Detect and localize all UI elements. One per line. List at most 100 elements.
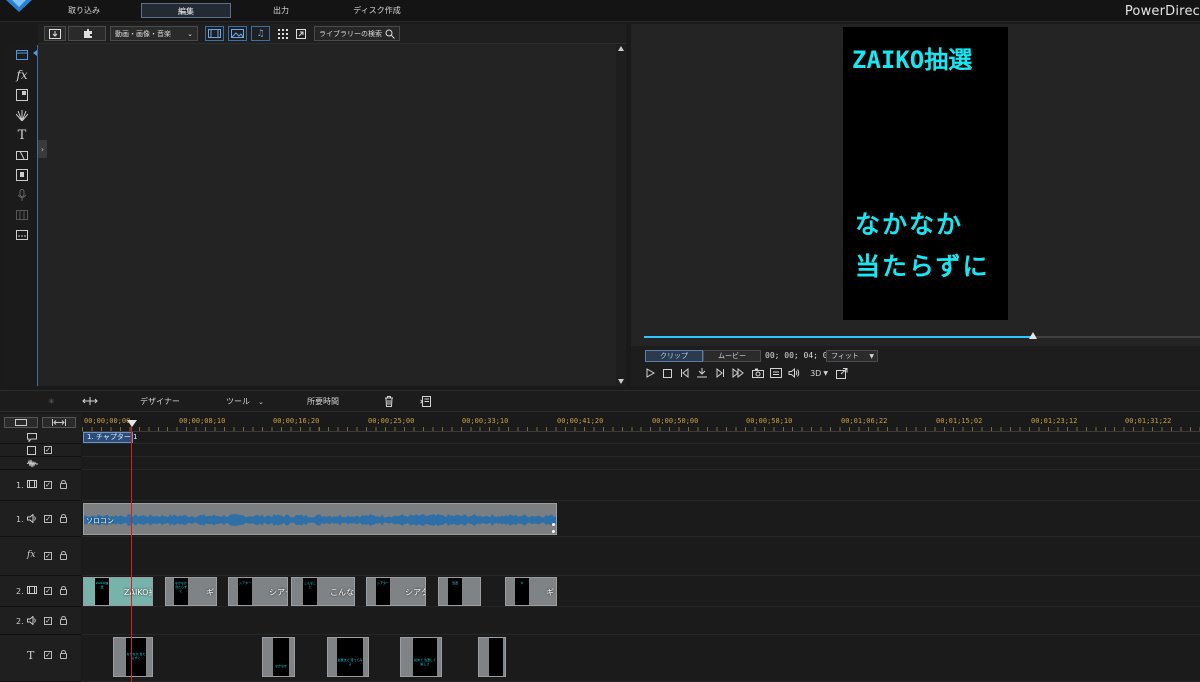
audio-clip[interactable]: ソロコン xyxy=(83,503,557,535)
movie-mode-button[interactable]: ムービー xyxy=(703,350,761,362)
expand-panel-icon[interactable]: › xyxy=(38,140,47,158)
undock-preview-icon[interactable] xyxy=(835,366,849,380)
stop-icon[interactable] xyxy=(660,366,674,380)
video-track-2[interactable]: ZAIKO抽選 ZAIKO抽 なかなか当たらずに ギ シアター シアタ こんなこ… xyxy=(82,576,1200,607)
lock-icon[interactable] xyxy=(60,480,67,489)
clip-label: こんなこ xyxy=(330,588,354,597)
track-enable-checkbox[interactable]: ✓ xyxy=(44,446,52,454)
video-clip[interactable]: 当選 xyxy=(438,577,481,606)
chapter-track[interactable] xyxy=(82,432,1200,444)
playhead-line[interactable] xyxy=(131,425,132,682)
track-enable-checkbox[interactable]: ✓ xyxy=(44,552,52,560)
keyframe-marker[interactable] xyxy=(552,530,555,533)
fx-room-icon[interactable]: fx xyxy=(14,67,30,83)
more-features-icon[interactable] xyxy=(420,396,431,408)
import-media-button[interactable] xyxy=(44,26,66,41)
previous-frame-icon[interactable] xyxy=(678,366,692,380)
fit-timeline-icon[interactable] xyxy=(42,417,76,428)
video-clip[interactable]: ZAIKO抽選 ZAIKO抽 xyxy=(83,577,153,606)
title-clip[interactable]: なかなか xyxy=(262,637,295,677)
fx-track[interactable] xyxy=(82,537,1200,576)
lock-icon[interactable] xyxy=(60,586,67,595)
volume-icon[interactable] xyxy=(787,366,801,380)
duration-button[interactable]: 所要時間 xyxy=(307,396,339,408)
timeline-ruler[interactable]: 00;00;00;00 00;00;08;10 00;00;16;20 00;0… xyxy=(82,414,1200,432)
clip-mode-button[interactable]: クリップ xyxy=(645,350,703,362)
pip-room-icon[interactable] xyxy=(14,87,30,103)
voice-track[interactable] xyxy=(82,457,1200,470)
ruler-label: 00;00;25;00 xyxy=(368,417,415,425)
video-clip[interactable]: こんなこと こんなこ xyxy=(291,577,355,606)
library-content-area[interactable] xyxy=(38,44,616,386)
track-enable-checkbox[interactable]: ✓ xyxy=(44,617,52,625)
subtitle-track[interactable] xyxy=(82,444,1200,457)
tab-import[interactable]: 取り込み xyxy=(58,3,110,18)
media-filter-dropdown[interactable]: 動画・画像・音楽 ⌄ xyxy=(110,26,198,41)
plugins-button[interactable] xyxy=(68,26,106,41)
tools-button[interactable]: ツール xyxy=(226,396,250,408)
scroll-up-icon[interactable] xyxy=(618,46,624,51)
scroll-down-icon[interactable] xyxy=(618,379,624,384)
track-enable-checkbox[interactable]: ✓ xyxy=(44,587,52,595)
next-frame-icon[interactable] xyxy=(713,366,727,380)
audio-track-1[interactable]: ソロコン xyxy=(82,501,1200,537)
video-clip[interactable]: なかなか当たらずに ギ xyxy=(165,577,217,606)
video-clip[interactable]: シアター シアタ xyxy=(366,577,426,606)
stereo-3d-toggle[interactable]: 3D ▼ xyxy=(807,366,831,380)
lock-icon[interactable] xyxy=(60,616,67,625)
title-track[interactable]: なかなか 当たらずに なかなか 最後まで 待ってみる 初めて 当選して 嬉しさ xyxy=(82,635,1200,682)
subtitle-room-icon[interactable] xyxy=(14,227,30,243)
scrub-handle-icon[interactable] xyxy=(1029,332,1038,339)
video-track-1[interactable] xyxy=(82,470,1200,501)
audio-mixing-room-icon[interactable] xyxy=(14,167,30,183)
track-enable-checkbox[interactable]: ✓ xyxy=(44,651,52,659)
split-icon[interactable] xyxy=(695,366,709,380)
keyframe-marker[interactable] xyxy=(552,523,555,526)
particle-room-icon[interactable] xyxy=(14,107,30,123)
chapter-room-icon[interactable] xyxy=(14,207,30,223)
snapshot-icon[interactable] xyxy=(751,366,765,380)
preview-controls: クリップ ムービー 00; 00; 04; 08 フィット ▼ 3D ▼ xyxy=(631,346,1200,386)
tab-edit[interactable]: 編集 xyxy=(141,3,231,18)
title-room-icon[interactable]: T xyxy=(14,127,30,143)
title-clip[interactable]: 初めて 当選して 嬉しさ xyxy=(400,637,442,677)
magic-tool-icon[interactable]: ✳ xyxy=(48,396,55,408)
zoom-fit-dropdown[interactable]: フィット ▼ xyxy=(826,350,878,362)
title-clip[interactable] xyxy=(478,637,506,677)
chapter-marker[interactable]: 1. チャプター 1 xyxy=(83,432,138,443)
timecode-display[interactable]: 00; 00; 04; 08 xyxy=(765,350,832,362)
expand-library-icon[interactable] xyxy=(294,26,308,41)
library-scrollbar[interactable] xyxy=(616,44,626,386)
subtitle-toggle-icon[interactable] xyxy=(769,366,783,380)
preview-scrub-bar[interactable] xyxy=(644,332,1200,339)
lock-icon[interactable] xyxy=(60,514,67,523)
video-filter-icon[interactable] xyxy=(205,26,224,41)
library-search-input[interactable]: ライブラリーの検索 xyxy=(314,26,400,41)
music-filter-icon[interactable]: ♫ xyxy=(251,26,270,41)
transition-room-icon[interactable] xyxy=(14,147,30,163)
grid-view-icon[interactable] xyxy=(276,26,290,41)
play-icon[interactable] xyxy=(643,366,657,380)
title-clip[interactable]: なかなか 当たらずに xyxy=(113,637,153,677)
track-enable-checkbox[interactable]: ✓ xyxy=(44,515,52,523)
playhead-handle-icon[interactable] xyxy=(127,420,137,427)
search-icon[interactable] xyxy=(385,29,395,39)
storyboard-view-icon[interactable] xyxy=(4,417,38,428)
video-clip[interactable]: シアター シアタ xyxy=(228,577,288,606)
title-clip[interactable]: 最後まで 待ってみる xyxy=(327,637,369,677)
tab-disc[interactable]: ディスク作成 xyxy=(345,3,409,18)
fast-forward-icon[interactable] xyxy=(731,366,745,380)
image-filter-icon[interactable] xyxy=(228,26,247,41)
trash-icon[interactable] xyxy=(384,396,394,408)
lock-icon[interactable] xyxy=(60,650,67,659)
microphone-icon[interactable] xyxy=(14,187,30,203)
lock-icon[interactable] xyxy=(60,551,67,560)
chevron-down-icon[interactable]: ⌄ xyxy=(258,396,264,408)
designer-button[interactable]: デザイナー xyxy=(140,396,180,408)
track-enable-checkbox[interactable]: ✓ xyxy=(44,481,52,489)
audio-track-2[interactable] xyxy=(82,607,1200,635)
video-clip[interactable]: ギ ギ xyxy=(505,577,557,606)
keyframe-adjust-icon[interactable] xyxy=(82,396,98,408)
media-room-icon[interactable] xyxy=(14,47,30,63)
tab-produce[interactable]: 出力 xyxy=(258,3,304,18)
